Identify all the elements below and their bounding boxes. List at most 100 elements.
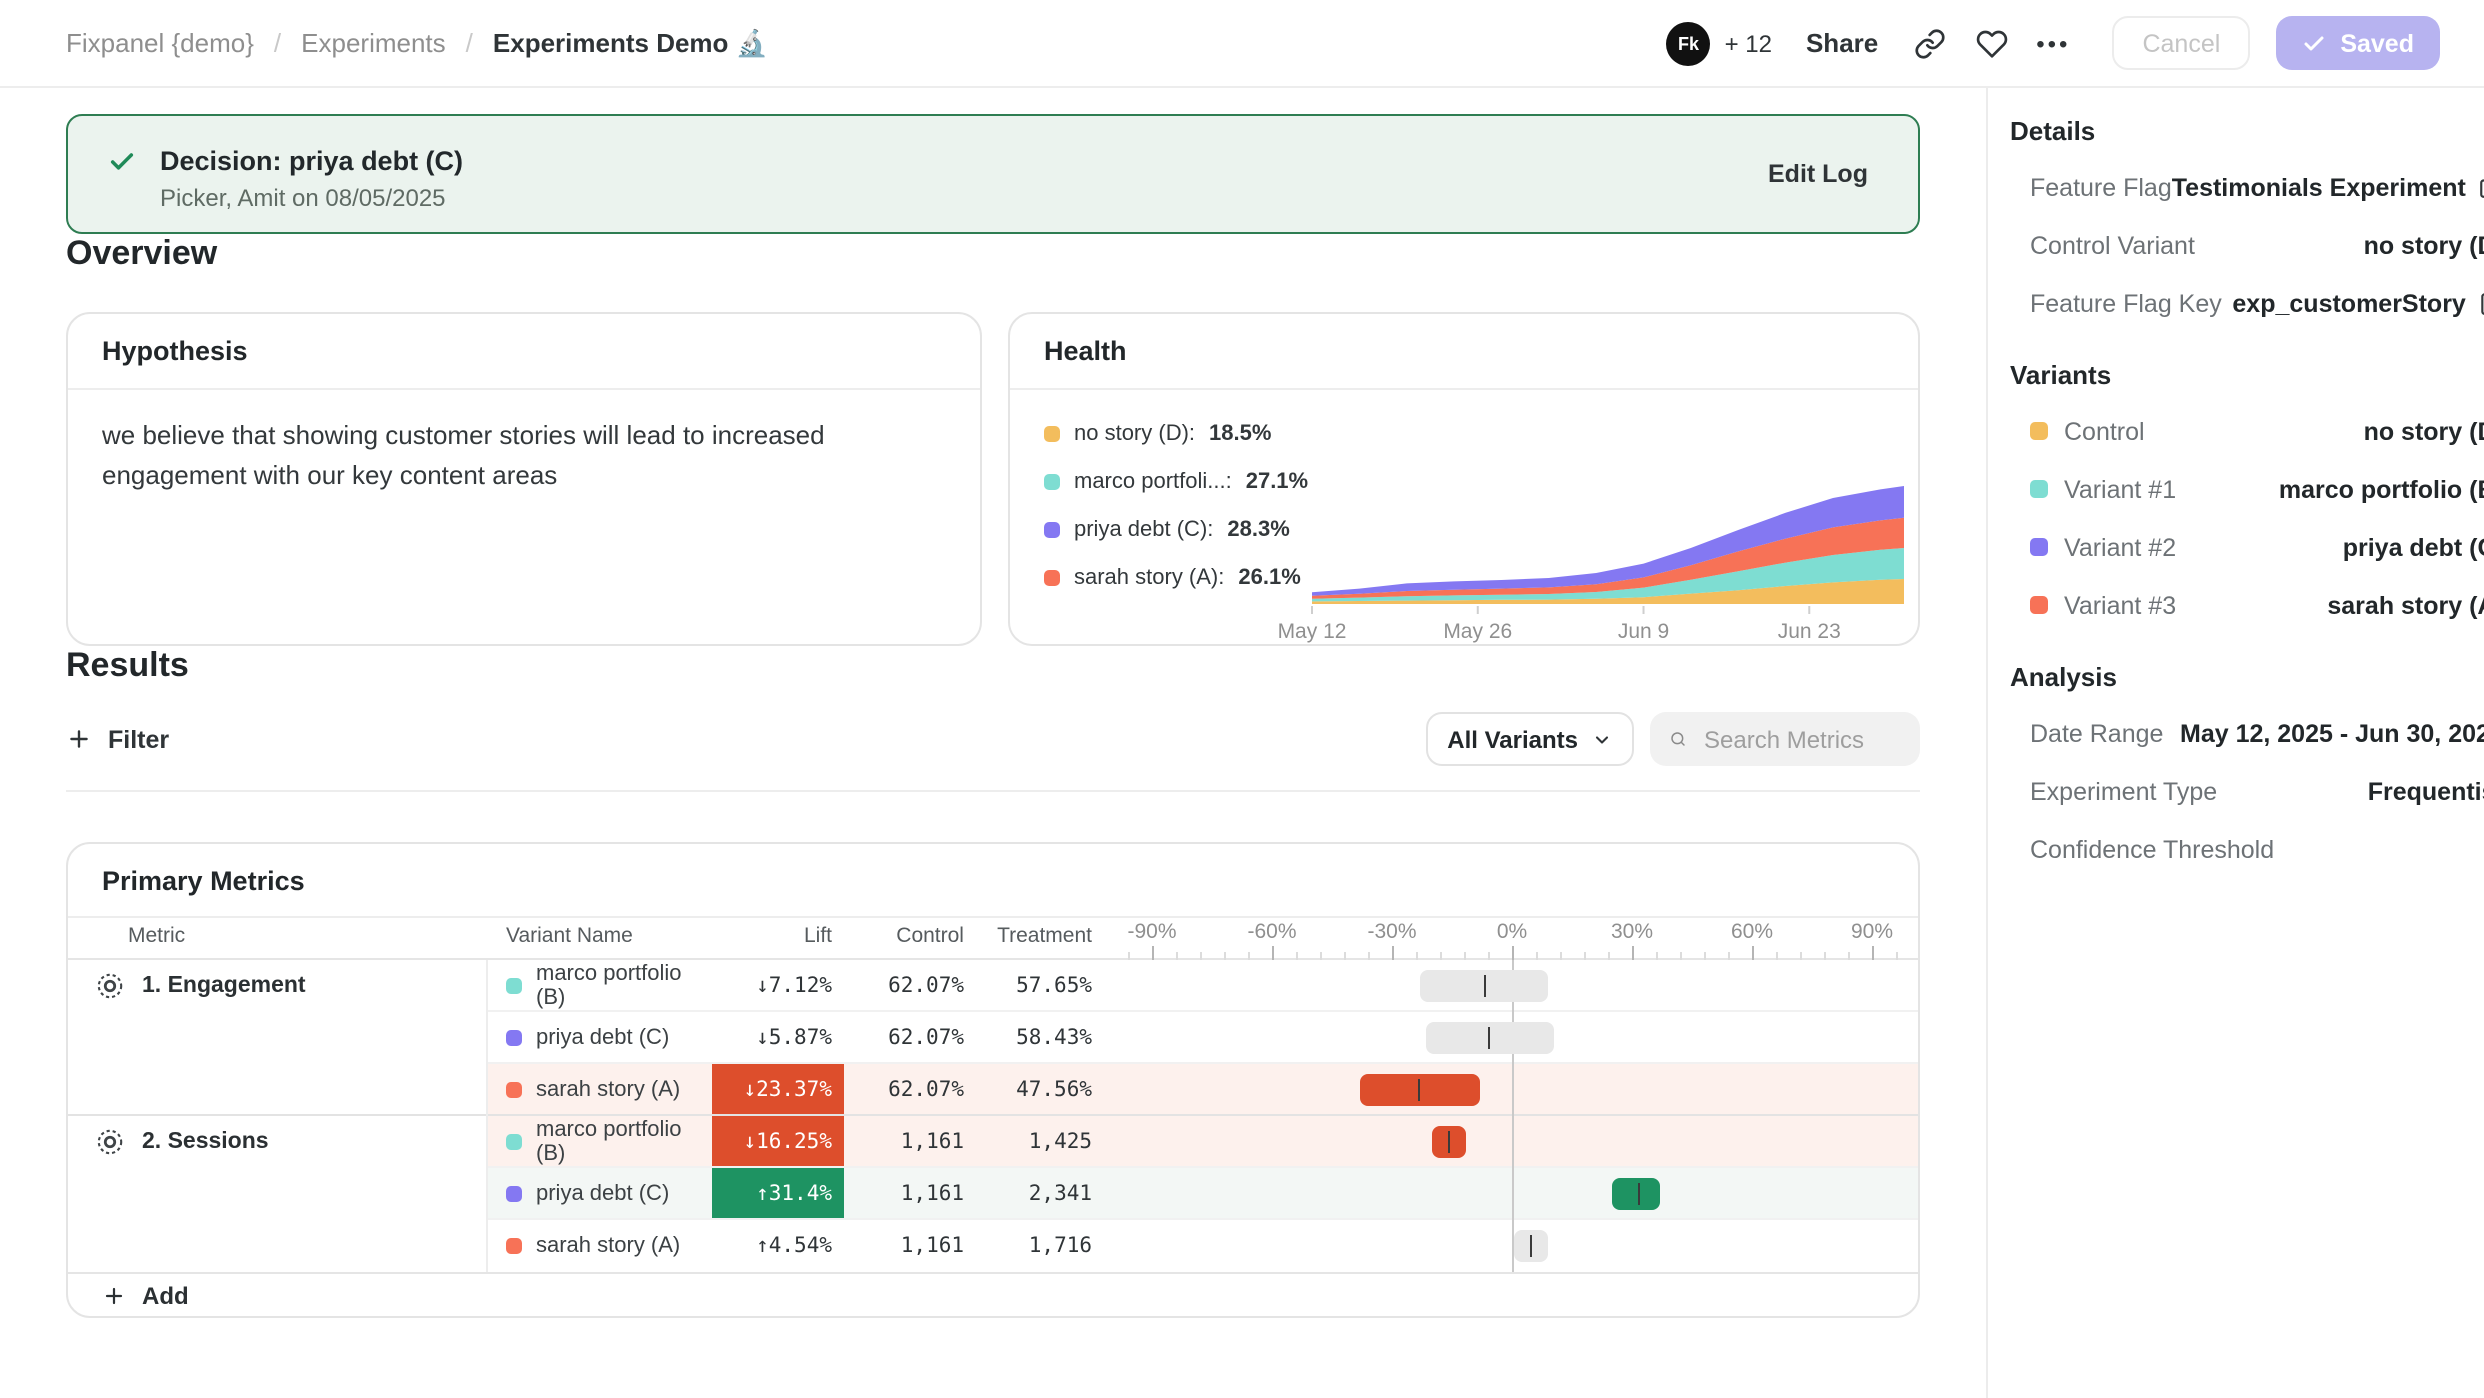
metric-group-engagement[interactable]: 1. Engagement [68,960,486,1116]
metric-name: 1. Engagement [142,972,306,1000]
ci-axis-label: -60% [1247,920,1296,944]
axis-major-ticks [1122,946,1920,960]
experiment-type-row: Experiment Type Frequentist [2010,762,2484,820]
variant-swatch [506,1081,522,1097]
breadcrumb-project[interactable]: Fixpanel {demo} [66,28,254,58]
confidence-interval-cell [1122,960,1920,1010]
metric-column: 1. Engagement 2. Sessions [68,960,488,1272]
hypothesis-card: Hypothesis we believe that showing custo… [66,312,982,646]
decision-banner: Decision: priya debt (C) Picker, Amit on… [66,114,1920,234]
lift-cell: ↓5.87% [712,1012,844,1062]
cancel-button[interactable]: Cancel [2112,16,2250,70]
favorite-heart-icon[interactable] [1974,25,2010,61]
date-range-row: Date Range May 12, 2025 - Jun 30, 2025 [2010,704,2484,762]
variant-swatch [506,1029,522,1045]
details-heading: Details [2010,116,2484,148]
breadcrumb: Fixpanel {demo} / Experiments / Experime… [66,27,768,59]
variant-swatch [2030,538,2048,556]
legend-value: 27.1% [1246,470,1308,494]
treatment-cell: 1,425 [968,1116,1100,1166]
confidence-interval-cell [1122,1116,1920,1166]
feature-flag-key-value: exp_customerStory [2232,289,2484,317]
legend-item: no story (D): 18.5% [1044,410,1308,458]
legend-swatch [1044,522,1060,538]
decision-subtitle: Picker, Amit on 08/05/2025 [160,184,463,212]
control-cell: 62.07% [844,1012,968,1062]
experiments-page: Fixpanel {demo} / Experiments / Experime… [0,0,2484,1398]
table-row[interactable]: priya debt (C) ↓5.87% 62.07% 58.43% [488,1012,1918,1064]
variant-swatch [506,977,522,993]
x-tick-label: Jun 23 [1778,620,1841,644]
control-cell: 1,161 [844,1168,968,1218]
ci-axis-label: 60% [1731,920,1773,944]
variant-row: Control no story (D) [2010,402,2484,460]
legend-value: 28.3% [1227,518,1289,542]
health-body: no story (D): 18.5% marco portfoli...: 2… [1010,390,1918,644]
table-row[interactable]: sarah story (A) ↓23.37% 62.07% 47.56% [488,1064,1918,1116]
variant-name-cell: sarah story (A) [488,1220,712,1272]
legend-value: 26.1% [1238,566,1300,590]
treatment-cell: 58.43% [968,1012,1100,1062]
add-label: Add [142,1282,189,1310]
collaborators-count[interactable]: + 12 [1725,29,1772,57]
ci-axis-label: -90% [1127,920,1176,944]
health-card: Health no story (D): 18.5% marco portfol… [1008,312,1920,646]
variant-name-cell: marco portfolio (B) [488,1116,712,1166]
legend-item: priya debt (C): 28.3% [1044,506,1308,554]
details-section: Details Feature Flag Testimonials Experi… [2010,116,2484,332]
variant-name-cell: sarah story (A) [488,1064,712,1114]
edit-log-button[interactable]: Edit Log [1768,160,1868,188]
breadcrumb-current-page: Experiments Demo 🔬 [493,27,768,59]
ci-marker [1484,974,1486,996]
legend-label: marco portfoli...: [1074,470,1232,494]
metric-group-sessions[interactable]: 2. Sessions [68,1116,486,1272]
decision-title: Decision: priya debt (C) [160,146,463,178]
primary-metrics-card: Primary Metrics Metric Variant Name Lift… [66,842,1920,1318]
ci-marker [1638,1182,1640,1204]
ci-bar [1432,1125,1466,1157]
x-tick-label: Jun 9 [1618,620,1669,644]
metric-target-icon [96,972,124,1000]
variant-value: priya debt (C) [2343,533,2484,561]
experiment-type-value: Frequentist [2368,777,2484,805]
share-button[interactable]: Share [1806,28,1878,58]
ci-marker [1447,1130,1449,1152]
search-metrics-box [1650,712,1920,766]
copy-clipboard-icon[interactable] [2478,290,2484,316]
confidence-threshold-row: Confidence Threshold [2010,820,2484,878]
top-actions: Fk + 12 Share ••• Cancel Saved [1667,16,2440,70]
search-metrics-input[interactable] [1700,723,1900,755]
col-control: Control [844,918,968,958]
variant-value: no story (D) [2364,417,2484,445]
copy-link-icon[interactable] [1912,25,1948,61]
avatar[interactable]: Fk [1667,21,1711,65]
breadcrumb-separator: / [274,28,281,58]
table-row[interactable]: marco portfolio (B) ↓16.25% 1,161 1,425 [488,1116,1918,1168]
legend-value: 18.5% [1209,422,1271,446]
table-row[interactable]: sarah story (A) ↑4.54% 1,161 1,716 [488,1220,1918,1272]
feature-flag-label: Feature Flag [2030,173,2172,201]
external-link-icon[interactable] [2478,174,2484,200]
table-row[interactable]: priya debt (C) ↑31.4% 1,161 2,341 [488,1168,1918,1220]
saved-button[interactable]: Saved [2276,16,2440,70]
analysis-heading: Analysis [2010,662,2484,694]
feature-flag-key-label: Feature Flag Key [2030,289,2222,317]
more-options-button[interactable]: ••• [2036,29,2070,57]
feature-flag-value[interactable]: Testimonials Experiment [2172,173,2484,201]
add-filter-button[interactable]: Filter [66,725,169,753]
add-metric-button[interactable]: Add [68,1272,1918,1318]
breadcrumb-experiments[interactable]: Experiments [301,28,446,58]
hypothesis-body: we believe that showing customer stories… [68,390,980,497]
confidence-interval-cell [1122,1064,1920,1114]
legend-label: sarah story (A): [1074,566,1224,590]
control-variant-label: Control Variant [2030,231,2195,259]
confidence-interval-cell [1122,1012,1920,1062]
variants-filter-dropdown[interactable]: All Variants [1425,712,1634,766]
ci-axis-label: 30% [1611,920,1653,944]
ci-axis-label: 90% [1851,920,1893,944]
table-row[interactable]: marco portfolio (B) ↓7.12% 62.07% 57.65% [488,960,1918,1012]
decision-check-icon [108,148,136,176]
table-header: Metric Variant Name Lift Control Treatme… [68,918,1918,960]
variants-filter-label: All Variants [1447,725,1578,753]
legend-swatch [1044,570,1060,586]
